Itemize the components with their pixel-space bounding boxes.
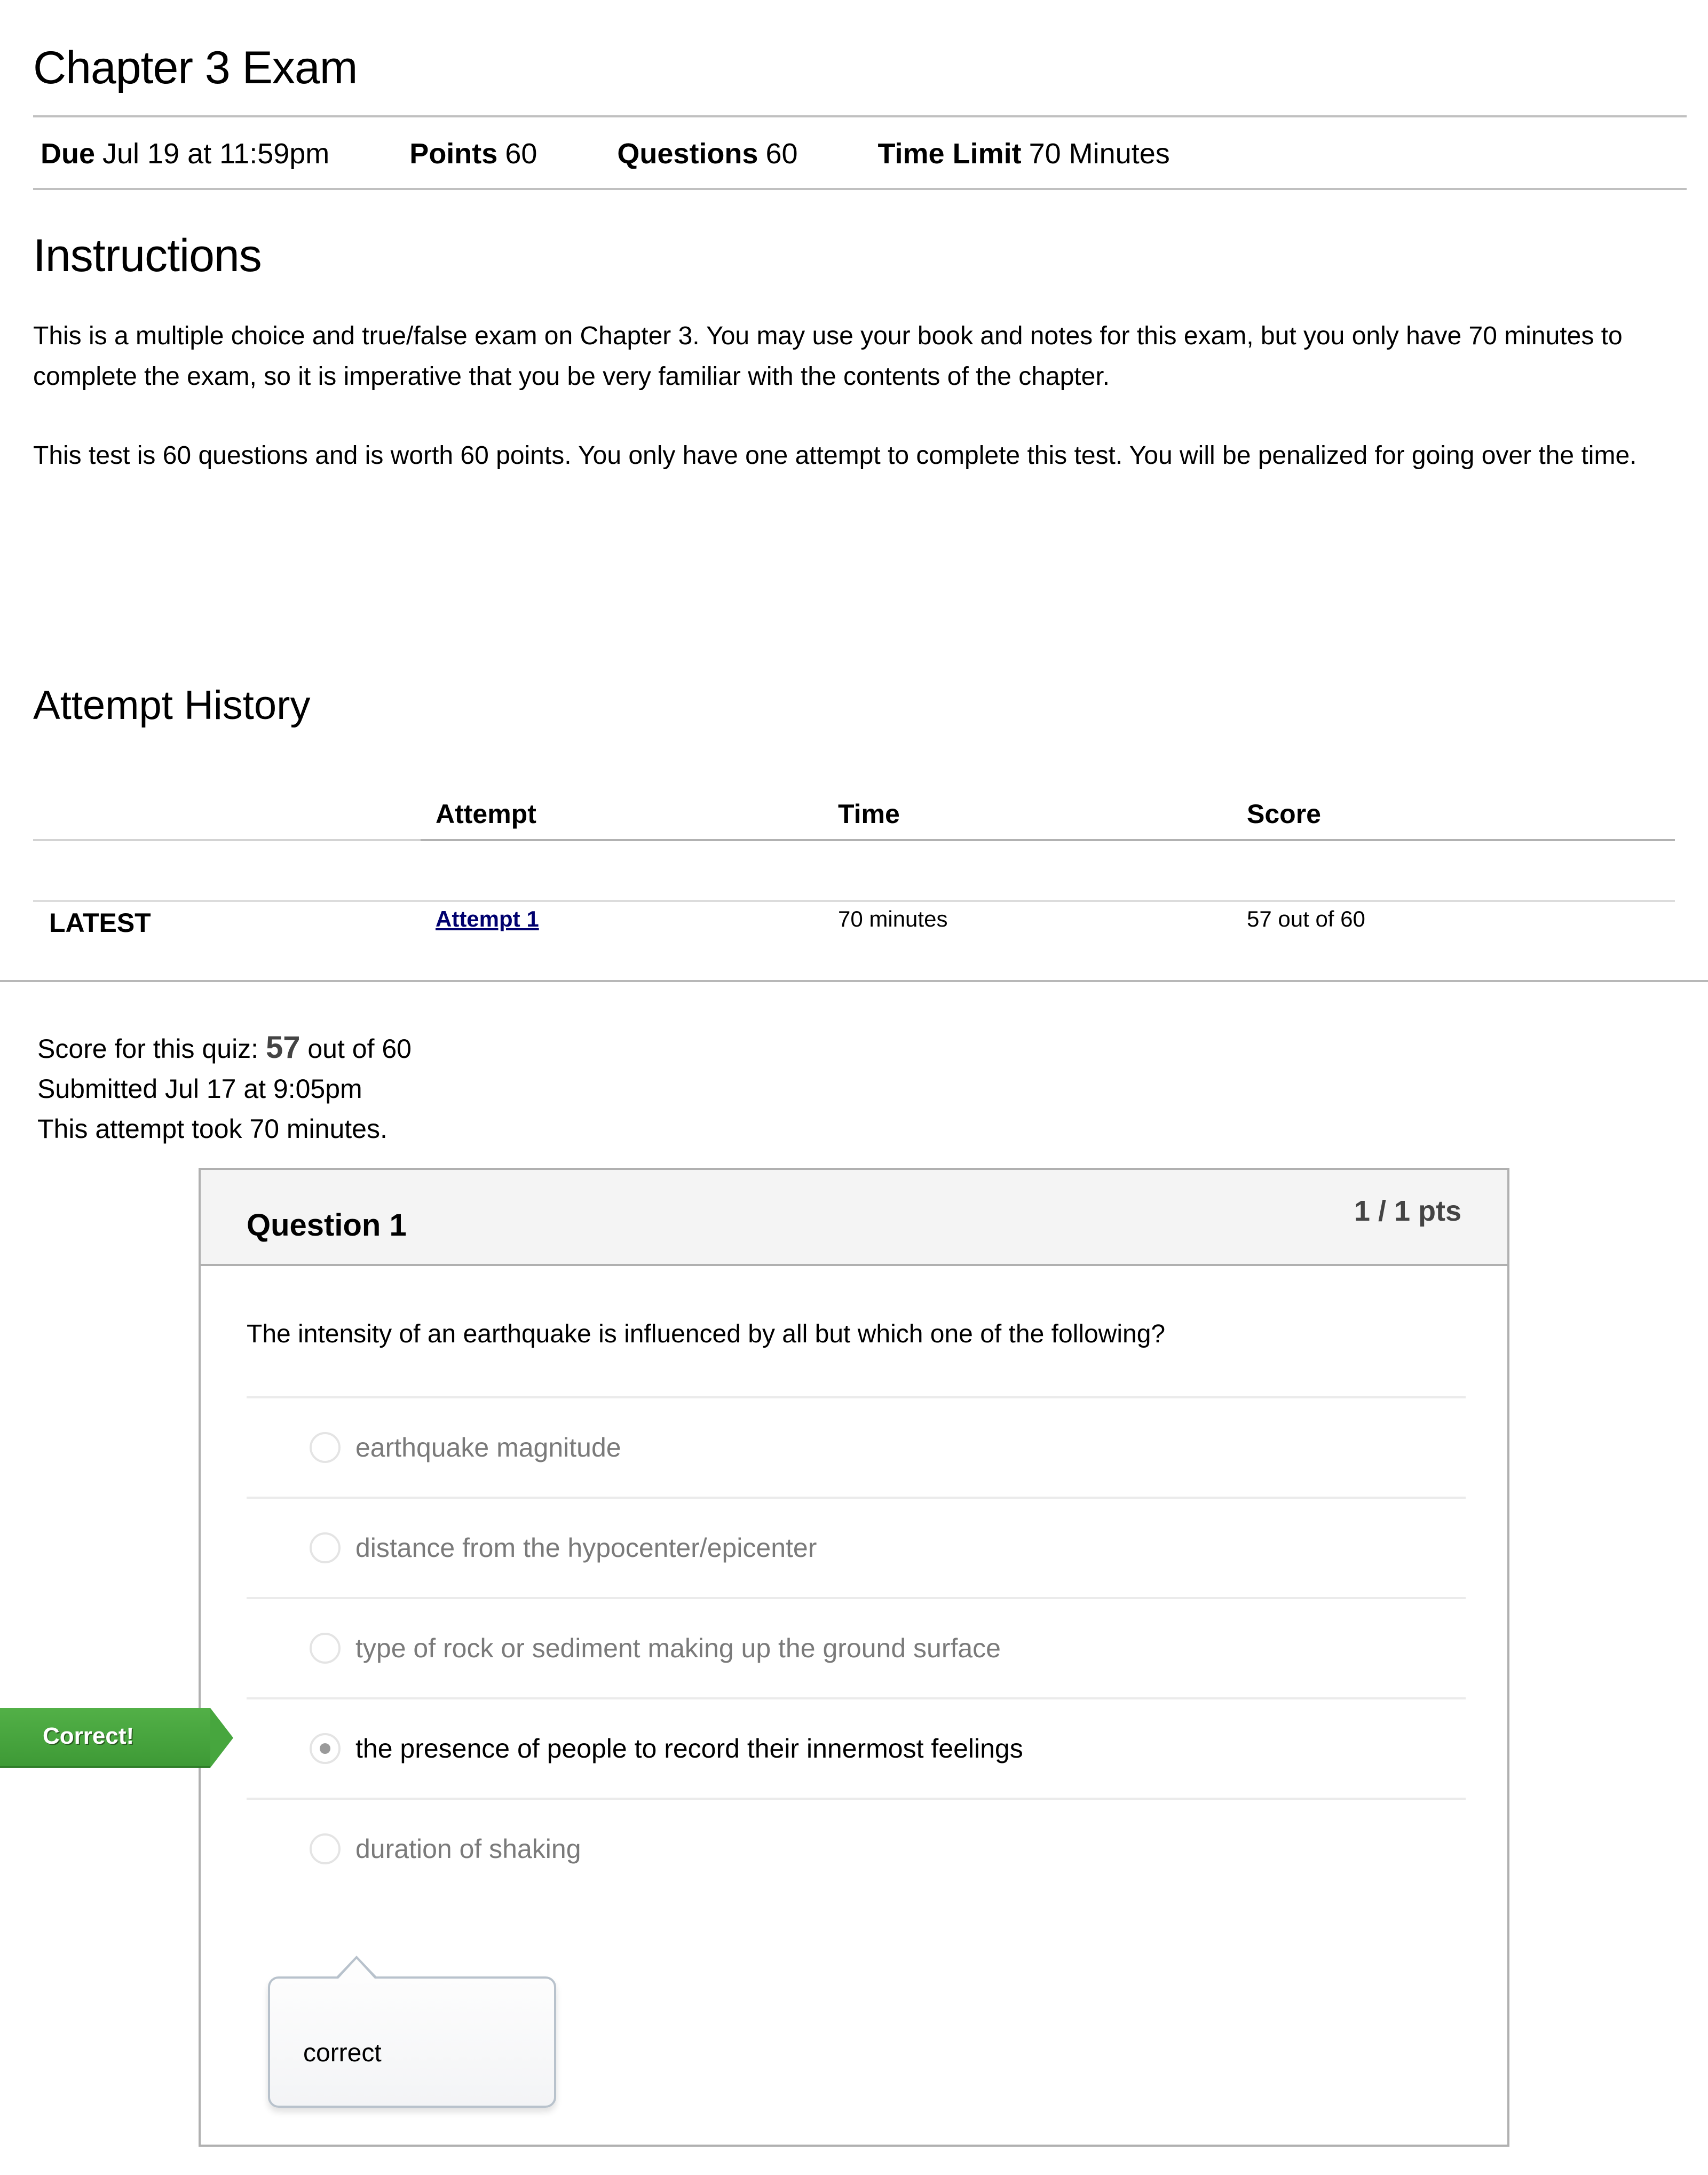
score-prefix: Score for this quiz:	[37, 1034, 266, 1064]
answer-option[interactable]: earthquake magnitude	[247, 1396, 1466, 1497]
answer-label: the presence of people to record their i…	[355, 1734, 1023, 1763]
quiz-meta: Due Jul 19 at 11:59pm Points 60 Question…	[41, 132, 1170, 175]
answer-label: duration of shaking	[355, 1834, 581, 1864]
attempt-history-heading: Attempt History	[33, 683, 311, 728]
divider	[33, 115, 1687, 117]
instructions-paragraph: This test is 60 questions and is worth 6…	[33, 441, 1637, 470]
answer-label: distance from the hypocenter/epicenter	[355, 1533, 817, 1563]
answer-comment: correct	[268, 1976, 556, 2108]
radio-button-checked[interactable]	[310, 1733, 341, 1764]
answer-option[interactable]: type of rock or sediment making up the g…	[247, 1597, 1466, 1697]
score-line: Score for this quiz: 57 out of 60	[37, 1027, 412, 1069]
score-value: 57	[265, 1030, 301, 1065]
instructions-heading: Instructions	[33, 230, 262, 281]
points-value: 60	[505, 138, 537, 170]
due-label: Due	[41, 138, 96, 170]
page-title: Chapter 3 Exam	[33, 42, 358, 93]
answer-option-selected[interactable]: the presence of people to record their i…	[247, 1697, 1466, 1798]
attempt-score: 57 out of 60	[1247, 906, 1365, 931]
correct-label: Correct!	[43, 1723, 135, 1749]
meta-questions: Questions 60	[617, 137, 797, 170]
attempt-time: 70 minutes	[838, 906, 948, 931]
answer-label: earthquake magnitude	[355, 1433, 621, 1462]
table-header: Attempt Time Score	[33, 790, 1675, 838]
attempt-1-link[interactable]: Attempt 1	[436, 906, 539, 932]
answer-label: type of rock or sediment making up the g…	[355, 1633, 1001, 1663]
column-header-time: Time	[838, 799, 900, 829]
divider	[33, 188, 1687, 190]
latest-badge: LATEST	[49, 908, 151, 938]
meta-time-limit: Time Limit 70 Minutes	[878, 137, 1170, 170]
radio-button[interactable]	[310, 1432, 341, 1463]
meta-due: Due Jul 19 at 11:59pm	[41, 137, 329, 170]
quiz-summary: Score for this quiz: 57 out of 60 Submit…	[37, 1027, 412, 1149]
points-label: Points	[409, 138, 498, 170]
question-title: Question 1	[247, 1208, 407, 1243]
score-suffix: out of 60	[300, 1034, 412, 1064]
comment-text: correct	[303, 2039, 382, 2067]
attempt-history-table: Attempt Time Score LATEST Attempt 1 70 m…	[33, 790, 1675, 938]
instructions-paragraph: This is a multiple choice and true/false…	[33, 322, 1623, 391]
correct-flag: Correct!	[0, 1708, 233, 1768]
submitted-line: Submitted Jul 17 at 9:05pm	[37, 1074, 362, 1104]
column-header-attempt: Attempt	[436, 799, 536, 829]
answer-list: earthquake magnitude distance from the h…	[247, 1396, 1466, 1898]
questions-label: Questions	[617, 138, 758, 170]
answer-option[interactable]: distance from the hypocenter/epicenter	[247, 1497, 1466, 1597]
radio-button[interactable]	[310, 1833, 341, 1864]
flag-arrow	[210, 1708, 233, 1768]
column-header-score: Score	[1247, 799, 1321, 829]
time-limit-value: 70 Minutes	[1029, 138, 1170, 170]
question-text: The intensity of an earthquake is influe…	[247, 1320, 1166, 1348]
duration-line: This attempt took 70 minutes.	[37, 1114, 388, 1144]
answer-option[interactable]: duration of shaking	[247, 1798, 1466, 1898]
comment-pointer-fill	[338, 1959, 375, 1979]
divider	[0, 980, 1708, 982]
due-value: Jul 19 at 11:59pm	[102, 138, 330, 170]
table-row: LATEST Attempt 1 70 minutes 57 out of 60	[33, 838, 1675, 938]
radio-button[interactable]	[310, 1633, 341, 1664]
time-limit-label: Time Limit	[877, 138, 1022, 170]
questions-value: 60	[765, 138, 798, 170]
divider	[33, 900, 1675, 902]
question-header: Question 1 1 / 1 pts	[201, 1170, 1507, 1266]
radio-button[interactable]	[310, 1532, 341, 1563]
question-points: 1 / 1 pts	[1354, 1195, 1461, 1227]
meta-points: Points 60	[409, 137, 537, 170]
